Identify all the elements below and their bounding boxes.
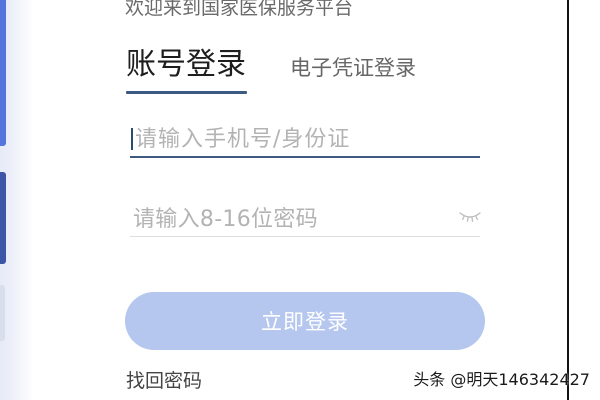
account-field [130, 120, 480, 158]
watermark-text: 头条 @明天146342427 [413, 370, 590, 389]
tab-e-certificate-login[interactable]: 电子凭证登录 [290, 54, 416, 82]
forgot-password-link[interactable]: 找回密码 [126, 368, 202, 394]
password-input[interactable] [133, 204, 448, 234]
active-tab-indicator [126, 91, 247, 94]
left-edge-blue-bar [0, 0, 6, 146]
right-edge-divider [567, 0, 569, 400]
tab-account-login[interactable]: 账号登录 [126, 45, 246, 85]
welcome-header: 欢迎来到国家医保服务平台 [125, 0, 395, 26]
welcome-text: 欢迎来到国家医保服务平台 [125, 0, 354, 19]
left-edge-dark-blue-bar [0, 172, 6, 264]
password-field [130, 200, 482, 237]
account-input[interactable] [135, 124, 450, 154]
eye-closed-icon[interactable] [458, 209, 482, 223]
left-edge-gray-bar [0, 285, 5, 341]
text-caret [131, 128, 133, 150]
login-button[interactable]: 立即登录 [125, 292, 485, 350]
